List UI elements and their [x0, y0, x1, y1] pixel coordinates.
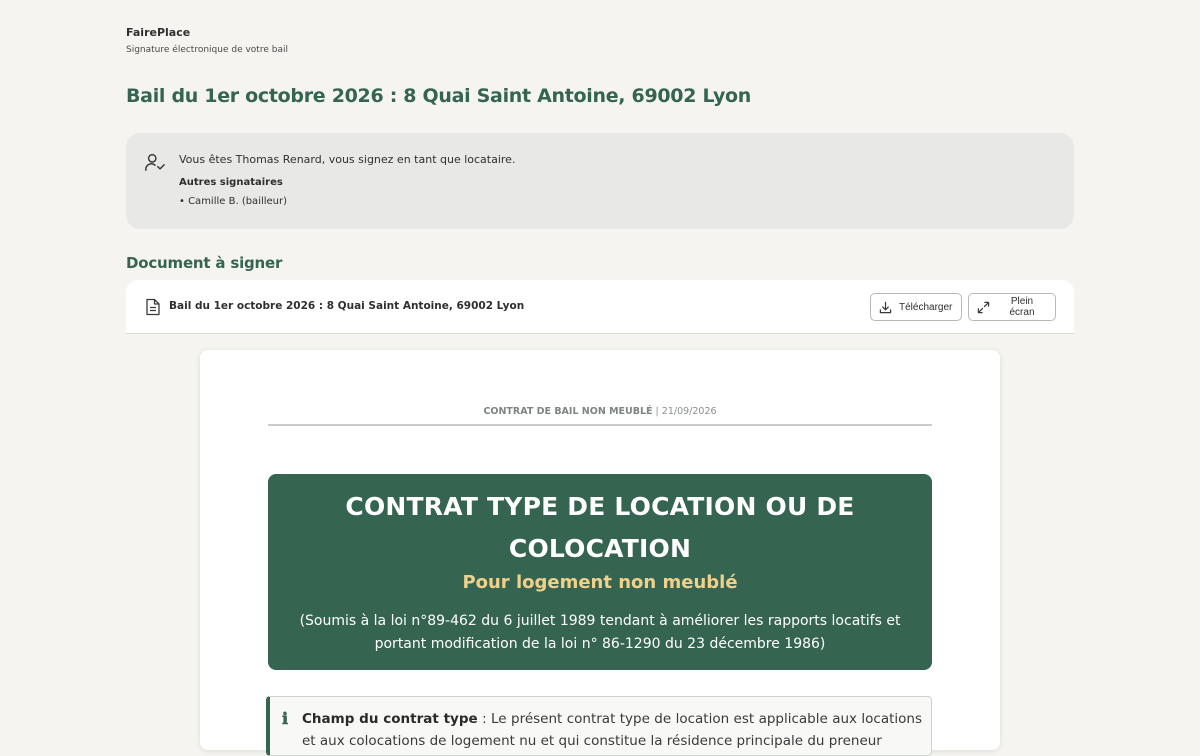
- contract-date: 21/09/2026: [661, 406, 717, 417]
- contract-subtitle: Pour logement non meublé: [462, 572, 738, 593]
- contract-scope-notice: ℹ Champ du contrat type : Le présent con…: [266, 696, 932, 756]
- contract-law-reference: (Soumis à la loi n°89-462 du 6 juillet 1…: [299, 613, 901, 652]
- document-page-header: CONTRAT DE BAIL NON MEUBLÉ | 21/09/2026: [268, 406, 932, 426]
- contract-title-banner: CONTRAT TYPE DE LOCATION OU DE COLOCATIO…: [268, 474, 932, 670]
- document-page: CONTRAT DE BAIL NON MEUBLÉ | 21/09/2026 …: [200, 350, 1000, 756]
- contract-type: CONTRAT DE BAIL NON MEUBLÉ: [483, 406, 653, 417]
- header-separator: |: [652, 406, 662, 417]
- contract-scope-label: Champ du contrat type: [302, 711, 478, 727]
- info-icon: ℹ: [282, 709, 289, 728]
- contract-scope-text: Champ du contrat type : Le présent contr…: [302, 708, 922, 752]
- document-viewer[interactable]: CONTRAT DE BAIL NON MEUBLÉ | 21/09/2026 …: [126, 0, 1074, 756]
- contract-title: CONTRAT TYPE DE LOCATION OU DE COLOCATIO…: [345, 492, 855, 563]
